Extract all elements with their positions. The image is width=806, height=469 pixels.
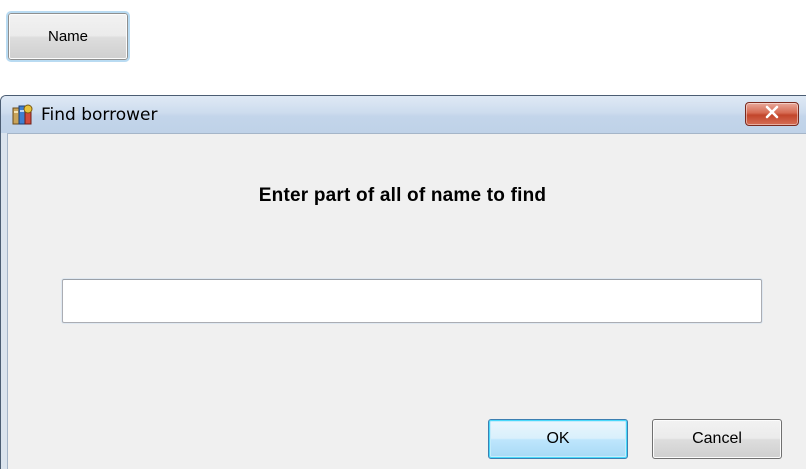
dialog-title: Find borrower	[41, 105, 158, 125]
find-borrower-dialog: Find borrower Enter part of all of name …	[0, 95, 806, 469]
library-books-icon	[11, 103, 35, 127]
name-button-label: Name	[47, 28, 88, 45]
find-prompt: Enter part of all of name to find	[258, 185, 547, 206]
ok-button-label: OK	[546, 430, 570, 447]
dialog-body: Enter part of all of name to find OK Can…	[7, 133, 806, 469]
close-x-icon	[764, 105, 780, 124]
borrower-name-input[interactable]	[62, 279, 762, 323]
cancel-button[interactable]: Cancel	[652, 419, 782, 459]
ok-button[interactable]: OK	[488, 419, 628, 459]
name-button[interactable]: Name	[6, 11, 130, 62]
dialog-titlebar[interactable]: Find borrower	[1, 96, 806, 133]
close-button[interactable]	[745, 102, 799, 126]
cancel-button-label: Cancel	[692, 430, 742, 447]
